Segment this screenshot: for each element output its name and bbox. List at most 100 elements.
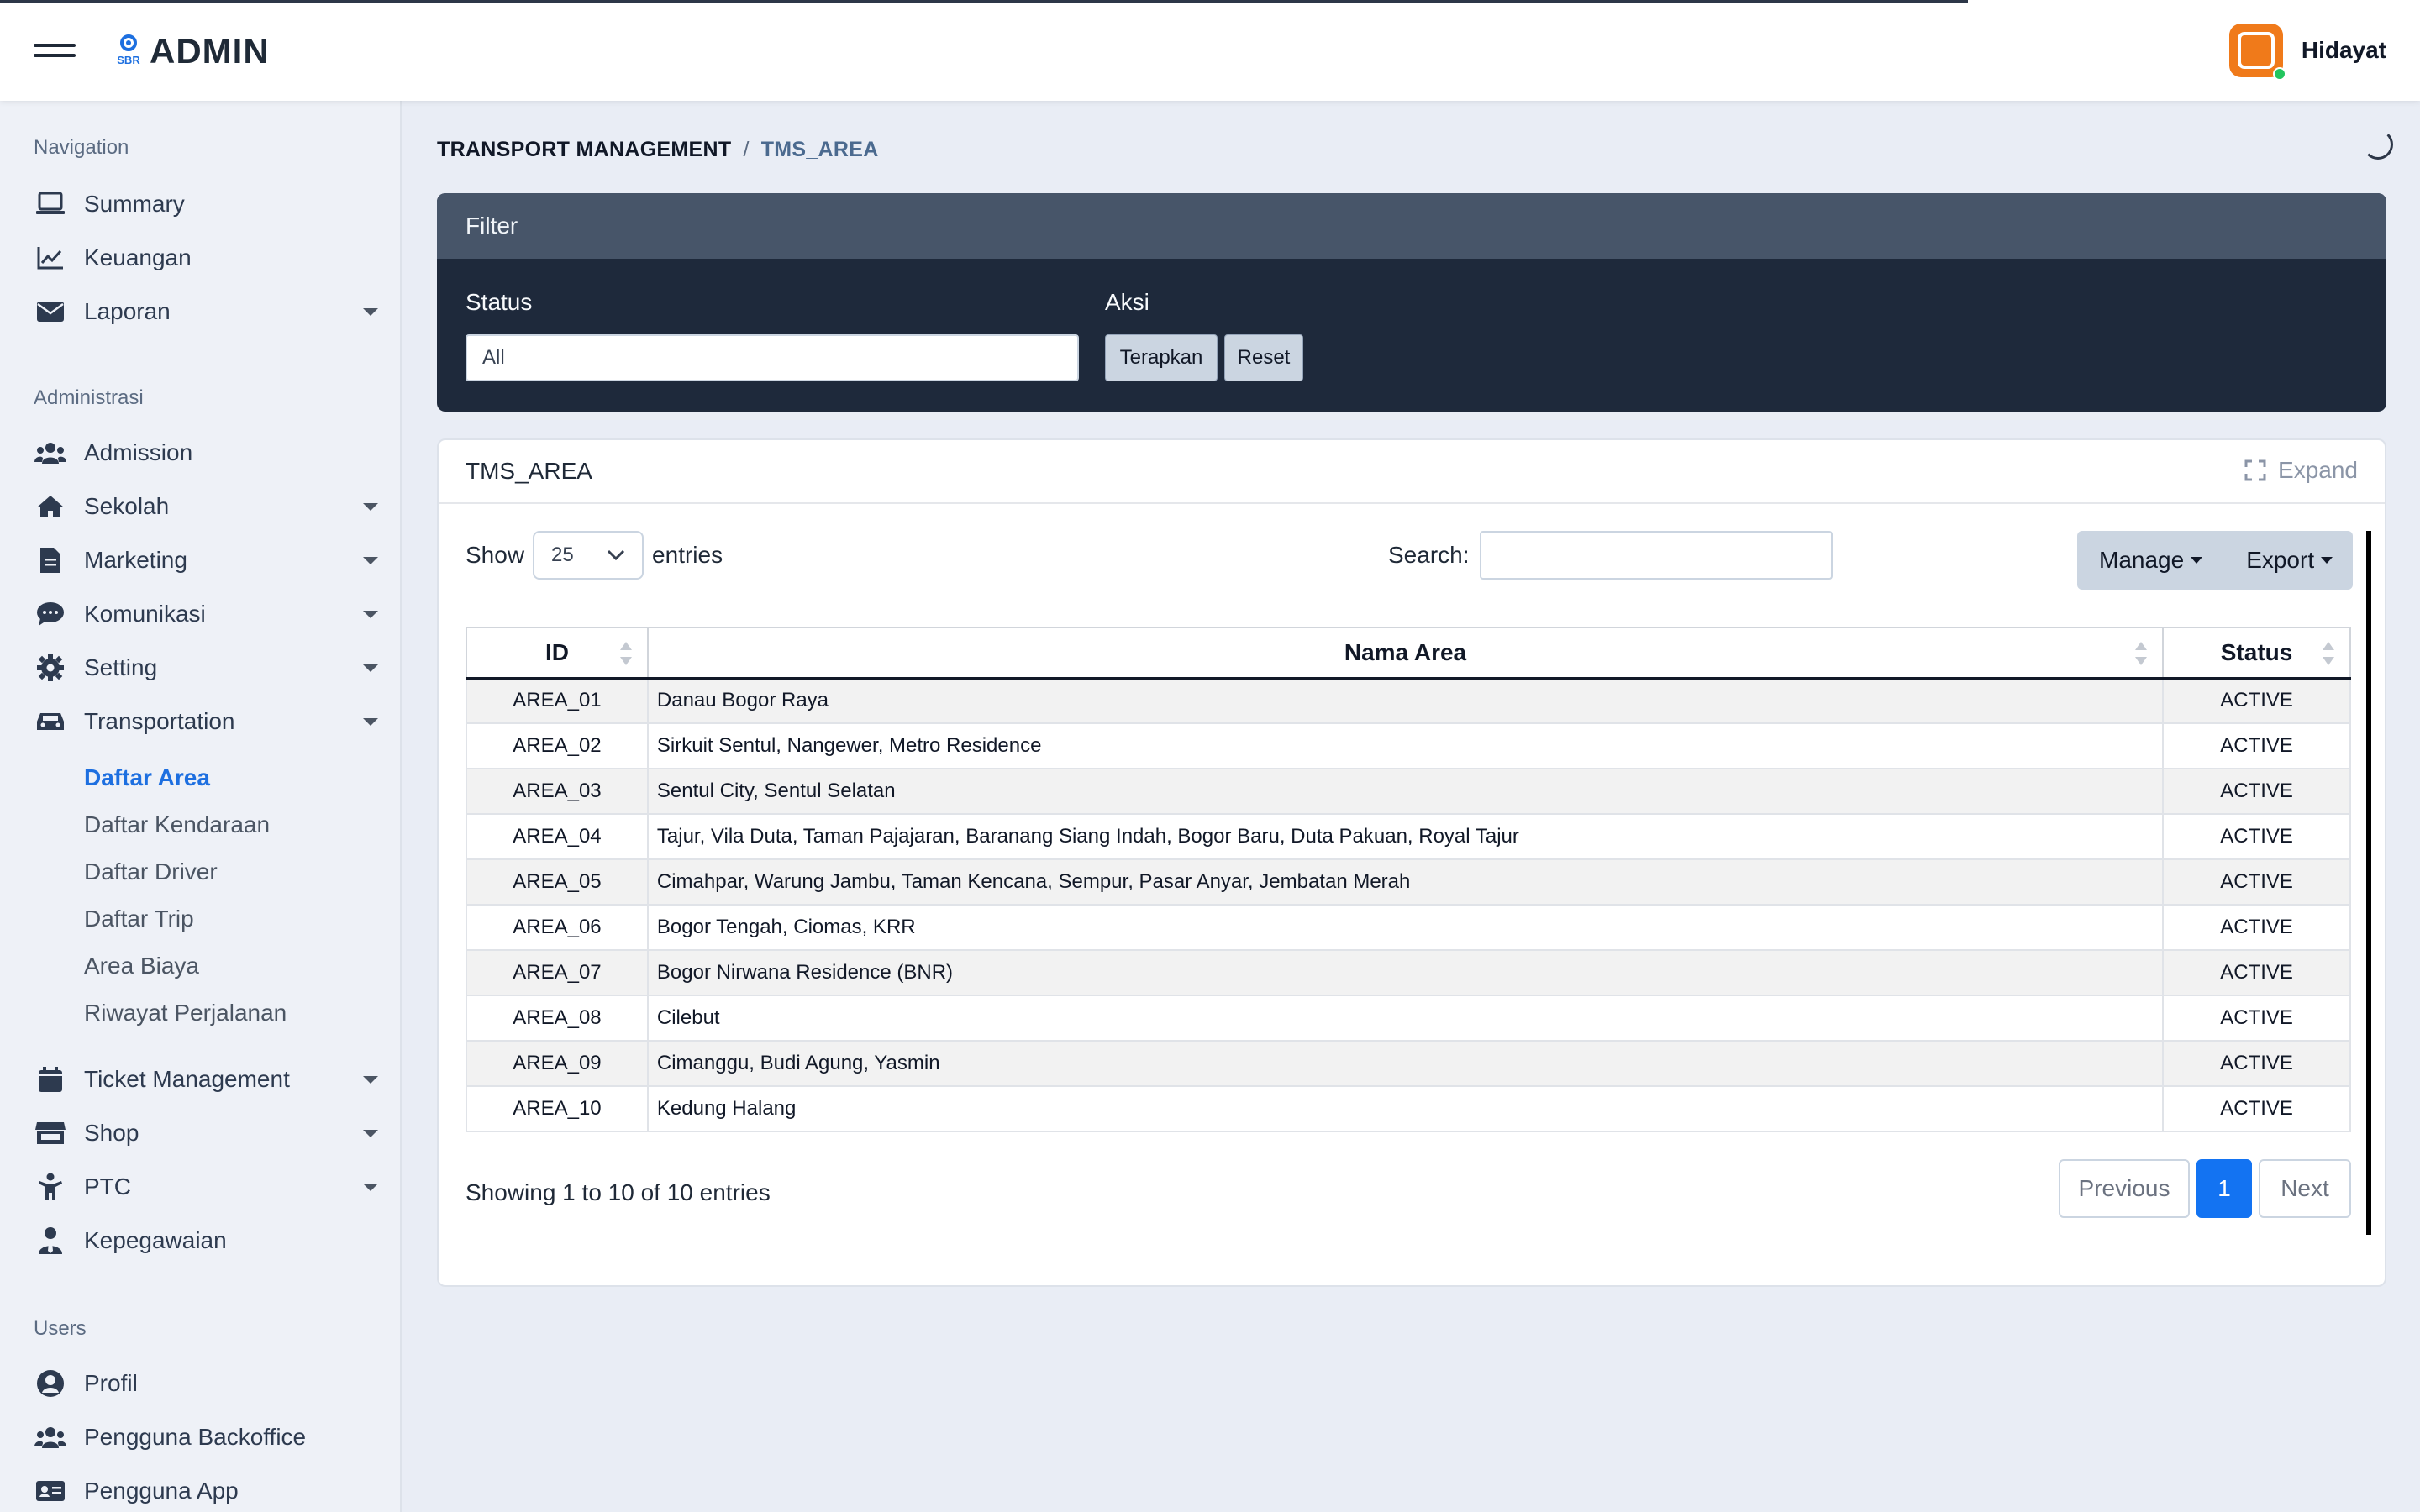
export-label: Export xyxy=(2246,547,2315,573)
sidebar-item-label: Summary xyxy=(84,191,185,217)
cell-id: AREA_05 xyxy=(466,858,649,906)
avatar[interactable] xyxy=(2228,24,2286,81)
cell-id: AREA_03 xyxy=(466,768,649,815)
table-row[interactable]: AREA_02 Sirkuit Sentul, Nangewer, Metro R… xyxy=(466,722,2351,769)
sidebar-item-sekolah[interactable]: Sekolah xyxy=(34,486,378,528)
sort-icon xyxy=(2135,642,2148,665)
laptop-icon xyxy=(34,187,67,221)
export-dropdown-button[interactable]: Export xyxy=(2224,547,2354,574)
sidebar-subitem-daftar-driver[interactable]: Daftar Driver xyxy=(84,858,218,885)
sbr-logo-icon: SBR xyxy=(111,34,146,69)
previous-page-button[interactable]: Previous xyxy=(2059,1159,2190,1218)
chevron-down-icon xyxy=(607,549,625,561)
envelope-icon xyxy=(34,295,67,328)
sidebar-item-komunikasi[interactable]: Komunikasi xyxy=(34,593,378,635)
apply-button[interactable]: Terapkan xyxy=(1105,334,1218,381)
sidebar-section-users: Users xyxy=(34,1317,87,1340)
sidebar-item-ptc[interactable]: PTC xyxy=(34,1166,378,1208)
svg-text:SBR: SBR xyxy=(117,54,140,66)
sidebar-item-label: Keuangan xyxy=(84,244,192,270)
sidebar-item-shop[interactable]: Shop xyxy=(34,1112,378,1154)
sidebar-item-label: PTC xyxy=(84,1173,131,1200)
sidebar-item-keuangan[interactable]: Keuangan xyxy=(34,237,378,279)
status-label: Status xyxy=(466,289,533,315)
sidebar-item-label: Komunikasi xyxy=(84,601,206,627)
cell-nama-area: Danau Bogor Raya xyxy=(646,677,2165,724)
sidebar-item-summary[interactable]: Summary xyxy=(34,183,378,225)
loading-spinner-icon xyxy=(2363,129,2393,160)
table-info: Showing 1 to 10 of 10 entries xyxy=(466,1179,771,1205)
table-row[interactable]: AREA_08 Cilebut ACTIVE xyxy=(466,995,2351,1042)
table-row[interactable]: AREA_03 Sentul City, Sentul Selatan ACTIVE xyxy=(466,768,2351,815)
breadcrumb: TRANSPORT MANAGEMENT / TMS_AREA xyxy=(437,138,879,162)
sidebar-item-label: Sekolah xyxy=(84,493,170,519)
chart-line-icon xyxy=(34,241,67,275)
table-row[interactable]: AREA_09 Cimanggu, Budi Agung, Yasmin ACTIV… xyxy=(466,1040,2351,1087)
sidebar-item-pengguna-backoffice[interactable]: Pengguna Backoffice xyxy=(34,1416,378,1458)
sidebar-item-ticket-management[interactable]: Ticket Management xyxy=(34,1058,378,1100)
sidebar-item-profil[interactable]: Profil xyxy=(34,1362,378,1404)
cell-id: AREA_07 xyxy=(466,949,649,996)
status-select[interactable]: All xyxy=(466,334,1079,381)
user-name[interactable]: Hidayat xyxy=(2302,37,2386,64)
sidebar-item-transportation[interactable]: Transportation xyxy=(34,701,378,743)
app-logo[interactable]: SBR ADMIN xyxy=(111,30,270,72)
online-status-icon xyxy=(2272,67,2286,81)
cell-status: ACTIVE xyxy=(2162,768,2351,815)
sidebar-item-marketing[interactable]: Marketing xyxy=(34,539,378,581)
user-menu[interactable]: Hidayat xyxy=(2228,24,2386,81)
column-header-status[interactable]: Status xyxy=(2162,627,2351,680)
manage-label: Manage xyxy=(2099,547,2185,573)
sidebar-subitem-area-biaya[interactable]: Area Biaya xyxy=(84,953,199,979)
page-length-control: Show 25 entries xyxy=(466,531,723,580)
scrollbar[interactable] xyxy=(2366,531,2371,1235)
table-header-row: ID Nama Area Status xyxy=(466,627,2351,680)
manage-dropdown-button[interactable]: Manage xyxy=(2077,547,2224,574)
sidebar-item-kepegawaian[interactable]: Kepegawaian xyxy=(34,1220,378,1262)
table-row[interactable]: AREA_10 Kedung Halang ACTIVE xyxy=(466,1085,2351,1132)
logo-text: ADMIN xyxy=(150,31,270,71)
search-input[interactable] xyxy=(1479,531,1833,580)
expand-icon xyxy=(2244,459,2266,481)
table-search: Search: xyxy=(1388,531,1833,580)
sidebar-subitem-daftar-area[interactable]: Daftar Area xyxy=(84,764,210,791)
table-row[interactable]: AREA_04 Tajur, Vila Duta, Taman Pajajaran… xyxy=(466,813,2351,860)
cell-status: ACTIVE xyxy=(2162,1040,2351,1087)
column-header-id[interactable]: ID xyxy=(466,627,649,680)
sidebar-item-admission[interactable]: Admission xyxy=(34,432,378,474)
cell-status: ACTIVE xyxy=(2162,858,2351,906)
reset-button[interactable]: Reset xyxy=(1224,334,1303,381)
id-card-icon xyxy=(34,1474,67,1508)
sidebar-item-setting[interactable]: Setting xyxy=(34,647,378,689)
card-title: TMS_AREA xyxy=(466,458,592,484)
table-row[interactable]: AREA_05 Cimahpar, Warung Jambu, Taman Ken… xyxy=(466,858,2351,906)
breadcrumb-parent[interactable]: TRANSPORT MANAGEMENT xyxy=(437,138,731,161)
sidebar-subitem-riwayat-perjalanan[interactable]: Riwayat Perjalanan xyxy=(84,1000,287,1026)
chevron-down-icon xyxy=(363,1183,378,1191)
table-row[interactable]: AREA_06 Bogor Tengah, Ciomas, KRR ACTIVE xyxy=(466,904,2351,951)
sidebar-item-pengguna-app[interactable]: Pengguna App xyxy=(34,1470,378,1512)
gear-icon xyxy=(34,651,67,685)
sidebar-subitem-daftar-kendaraan[interactable]: Daftar Kendaraan xyxy=(84,811,270,838)
cell-status: ACTIVE xyxy=(2162,1085,2351,1132)
cell-id: AREA_04 xyxy=(466,813,649,860)
sort-icon xyxy=(2323,642,2334,665)
table-row[interactable]: AREA_01 Danau Bogor Raya ACTIVE xyxy=(466,677,2351,724)
breadcrumb-separator: / xyxy=(743,138,750,161)
expand-button[interactable]: Expand xyxy=(2244,457,2358,484)
sort-icon xyxy=(619,642,632,665)
chat-icon xyxy=(34,597,67,631)
cell-nama-area: Sentul City, Sentul Selatan xyxy=(646,768,2165,815)
sidebar-item-label: Laporan xyxy=(84,298,171,324)
sidebar-section-navigation: Navigation xyxy=(34,136,129,159)
hamburger-menu-icon[interactable] xyxy=(34,40,76,60)
next-page-button[interactable]: Next xyxy=(2259,1159,2351,1218)
page-length-select[interactable]: 25 xyxy=(533,531,644,580)
cell-nama-area: Kedung Halang xyxy=(646,1085,2165,1132)
sidebar-subitem-daftar-trip[interactable]: Daftar Trip xyxy=(84,906,194,932)
page-1-button[interactable]: 1 xyxy=(2196,1159,2252,1218)
cell-status: ACTIVE xyxy=(2162,722,2351,769)
sidebar-item-laporan[interactable]: Laporan xyxy=(34,291,378,333)
column-header-nama-area[interactable]: Nama Area xyxy=(646,627,2165,680)
table-row[interactable]: AREA_07 Bogor Nirwana Residence (BNR) ACTI… xyxy=(466,949,2351,996)
